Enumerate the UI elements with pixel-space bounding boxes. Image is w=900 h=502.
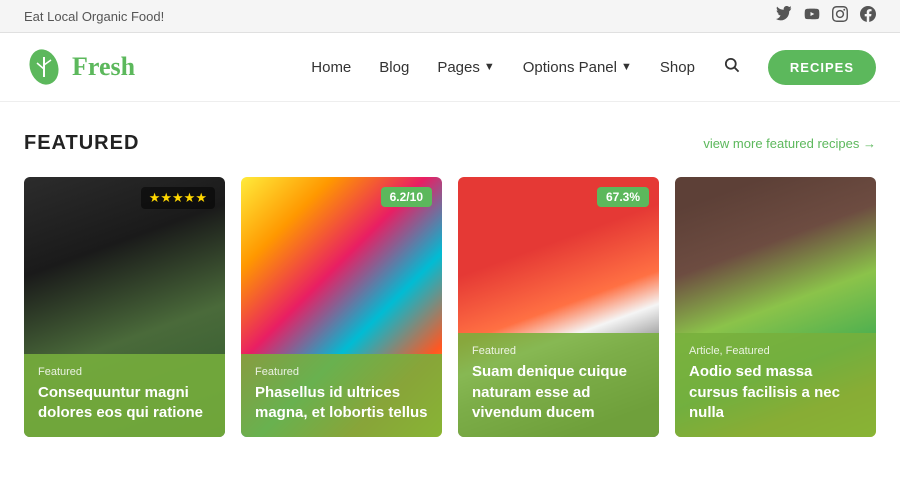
card-1-overlay: Featured Consequuntur magni dolores eos … [24,354,225,438]
search-icon[interactable] [723,56,740,78]
card-4-category: Article, Featured [689,345,862,357]
card-1-title: Consequuntur magni dolores eos qui ratio… [38,383,211,424]
logo-text: Fresh [72,52,135,82]
card-1-category: Featured [38,366,211,378]
card-4-overlay: Article, Featured Aodio sed massa cursus… [675,333,876,437]
recipe-card-1[interactable]: ★★★★★ Featured Consequuntur magni dolore… [24,177,225,437]
card-3-badge: 67.3% [597,187,649,207]
card-2-title: Phasellus id ultrices magna, et lobortis… [255,383,428,424]
card-3-title: Suam denique cuique naturam esse ad vive… [472,362,645,423]
logo-leaf-icon [24,47,64,87]
nav-shop[interactable]: Shop [660,59,695,76]
recipe-card-2[interactable]: 6.2/10 Featured Phasellus id ultrices ma… [241,177,442,437]
nav-options-panel[interactable]: Options Panel ▼ [523,59,632,76]
twitter-icon[interactable] [776,6,792,26]
recipes-button[interactable]: RECIPES [768,50,876,85]
youtube-icon[interactable] [804,6,820,26]
cards-grid: ★★★★★ Featured Consequuntur magni dolore… [24,177,876,437]
nav-blog[interactable]: Blog [379,59,409,76]
tagline: Eat Local Organic Food! [24,9,164,24]
card-2-category: Featured [255,366,428,378]
facebook-icon[interactable] [860,6,876,26]
card-2-overlay: Featured Phasellus id ultrices magna, et… [241,354,442,438]
featured-title: FEATURED [24,132,139,155]
view-more-link[interactable]: view more featured recipes → [703,136,876,151]
card-3-overlay: Featured Suam denique cuique naturam ess… [458,333,659,437]
header: Fresh Home Blog Pages ▼ Options Panel ▼ … [0,33,900,102]
top-bar: Eat Local Organic Food! [0,0,900,33]
card-4-title: Aodio sed massa cursus facilisis a nec n… [689,362,862,423]
main-nav: Home Blog Pages ▼ Options Panel ▼ Shop R… [311,50,876,85]
main-content: FEATURED view more featured recipes → ★★… [0,102,900,477]
nav-home[interactable]: Home [311,59,351,76]
featured-header: FEATURED view more featured recipes → [24,132,876,155]
recipe-card-4[interactable]: Article, Featured Aodio sed massa cursus… [675,177,876,437]
card-3-category: Featured [472,345,645,357]
recipe-card-3[interactable]: 67.3% Featured Suam denique cuique natur… [458,177,659,437]
card-2-badge: 6.2/10 [381,187,432,207]
nav-pages[interactable]: Pages ▼ [437,59,494,76]
logo[interactable]: Fresh [24,47,135,87]
pages-dropdown-arrow: ▼ [484,61,495,73]
card-1-stars: ★★★★★ [141,187,215,209]
instagram-icon[interactable] [832,6,848,26]
social-icons [776,6,876,26]
options-dropdown-arrow: ▼ [621,61,632,73]
